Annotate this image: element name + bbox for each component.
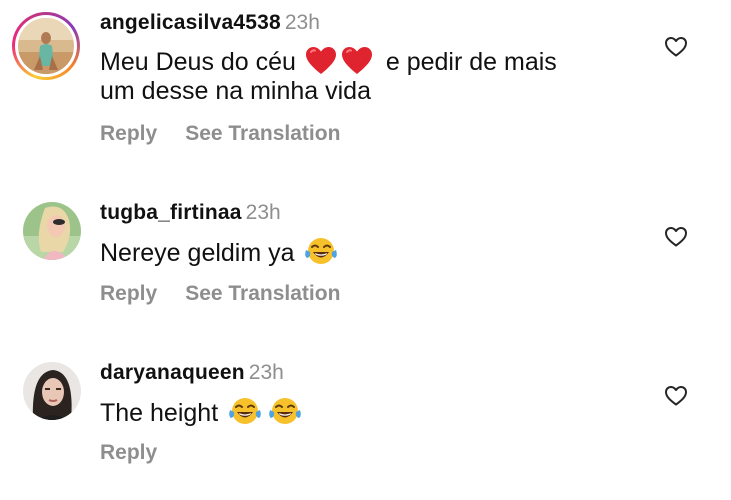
comment-text: Meu Deus do céu e pedir de mais bbox=[100, 46, 557, 77]
comment-text-line2: um desse na minha vida bbox=[100, 77, 371, 105]
timestamp: 23h bbox=[245, 201, 281, 224]
see-translation-button[interactable]: See Translation bbox=[185, 282, 340, 305]
heart-outline-icon[interactable] bbox=[664, 35, 688, 59]
comment-actions: Reply See Translation bbox=[100, 282, 340, 306]
avatar-photo bbox=[23, 362, 81, 420]
see-translation-button[interactable]: See Translation bbox=[185, 122, 340, 145]
avatar[interactable] bbox=[23, 202, 81, 260]
comment-meta: angelicasilva4538 23h bbox=[100, 11, 320, 35]
avatar-photo bbox=[18, 18, 74, 74]
comment-text: Nereye geldim ya bbox=[100, 235, 341, 268]
timestamp: 23h bbox=[284, 11, 320, 34]
username[interactable]: angelicasilva4538 bbox=[100, 11, 281, 34]
comment-text-part: Meu Deus do céu bbox=[100, 48, 296, 76]
timestamp: 23h bbox=[248, 361, 284, 384]
comment-text-part: The height bbox=[100, 399, 219, 427]
comment-text: The height bbox=[100, 395, 305, 428]
tears-of-joy-icon bbox=[267, 395, 303, 427]
red-heart-icon bbox=[305, 46, 337, 76]
comment-actions: Reply See Translation bbox=[100, 122, 340, 146]
username[interactable]: tugba_firtinaa bbox=[100, 201, 242, 224]
red-heart-icon bbox=[341, 46, 373, 76]
comment-text-part: e pedir de mais bbox=[385, 48, 557, 76]
avatar[interactable] bbox=[23, 362, 81, 420]
reply-button[interactable]: Reply bbox=[100, 122, 157, 145]
comment-meta: tugba_firtinaa 23h bbox=[100, 201, 281, 225]
comment-meta: daryanaqueen 23h bbox=[100, 361, 284, 385]
tears-of-joy-icon bbox=[227, 395, 263, 427]
comment-text-part: Nereye geldim ya bbox=[100, 239, 295, 267]
avatar-photo bbox=[23, 202, 81, 260]
heart-outline-icon[interactable] bbox=[664, 384, 688, 408]
avatar[interactable] bbox=[18, 18, 74, 74]
username[interactable]: daryanaqueen bbox=[100, 361, 245, 384]
comment-actions: Reply bbox=[100, 441, 157, 465]
tears-of-joy-icon bbox=[303, 235, 339, 267]
heart-outline-icon[interactable] bbox=[664, 225, 688, 249]
reply-button[interactable]: Reply bbox=[100, 282, 157, 305]
reply-button[interactable]: Reply bbox=[100, 441, 157, 464]
